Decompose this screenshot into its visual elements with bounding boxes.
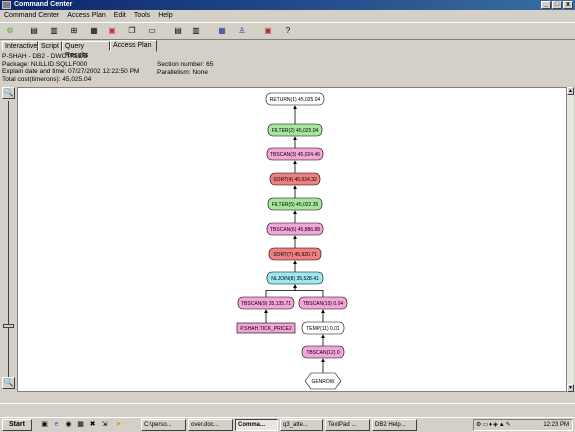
app-icon-3[interactable]: ⇲ xyxy=(100,420,109,430)
help-icon[interactable]: ? xyxy=(282,25,294,37)
plan-node[interactable]: TBSCAN(3) 45,024.46 xyxy=(266,147,324,161)
plan-node[interactable]: FILTER(2) 45,025.04 xyxy=(267,123,323,137)
menu-bar: Command Center Access Plan Edit Tools He… xyxy=(0,11,575,21)
tab-script[interactable]: Script xyxy=(38,41,62,51)
plan-edge xyxy=(265,284,297,297)
person-icon[interactable]: ♙ xyxy=(236,25,248,37)
plan-node[interactable]: SORT(7) 45,920.71 xyxy=(268,247,322,261)
task-button[interactable]: over.doc... xyxy=(188,419,233,431)
app-icon-2[interactable]: ✖ xyxy=(88,420,97,430)
plan-node-label: P.SHAH.TICK_PRICE2 xyxy=(240,326,292,332)
status-bar xyxy=(0,403,575,416)
plan-node-label: FILTER(5) 45,022.35 xyxy=(272,202,319,208)
system-tray: ⚙▭♦◈▲✎ 12:23 PM xyxy=(473,419,573,431)
window-title: Command Center xyxy=(14,1,73,8)
tray-icons[interactable]: ⚙▭♦◈▲✎ xyxy=(476,420,512,430)
desktop-icon[interactable]: ▣ xyxy=(40,420,49,430)
db-icon[interactable]: ⚙ xyxy=(4,25,16,37)
task-button[interactable]: DB2 Help... xyxy=(372,419,417,431)
task-button[interactable]: q3_atte... xyxy=(280,419,323,431)
zoom-bar: 🔍 🔍 xyxy=(2,87,16,392)
toolbar: ⚙ ▤ ▥ ⊞ ▦ ▣ ❐ ▭ ▤ ▥ ▦ ♙ ▣ ? xyxy=(0,22,575,40)
panel-icon[interactable]: ▭ xyxy=(146,25,158,37)
database-name: P-SHAH - DB2 - DWCTRLDB xyxy=(2,53,88,60)
maximize-button[interactable]: □ xyxy=(552,1,562,9)
tree-icon[interactable]: ▦ xyxy=(216,25,228,37)
image-icon[interactable]: ▣ xyxy=(106,25,118,37)
menu-help[interactable]: Help xyxy=(154,11,176,21)
section-number: Section number: 65 xyxy=(157,61,214,68)
ie-icon[interactable]: e xyxy=(52,420,61,430)
task-button[interactable]: C:\perso... xyxy=(141,419,186,431)
settings-icon[interactable]: ▣ xyxy=(262,25,274,37)
plan-node-label: TEMP(11) 0.01 xyxy=(306,326,340,332)
plan-node-label: TBSCAN(9) 35,135.71 xyxy=(241,301,291,307)
plan-node[interactable]: TBSCAN(9) 35,135.71 xyxy=(237,296,295,310)
plan-node[interactable]: TBSCAN(10) 0.04 xyxy=(298,296,348,310)
task-button-active[interactable]: Comma... xyxy=(235,419,278,431)
plan-node-label: TBSCAN(3) 45,024.46 xyxy=(270,152,320,158)
app-icon-4[interactable]: ➤ xyxy=(114,420,123,430)
minimize-button[interactable]: _ xyxy=(541,1,551,9)
plan-node[interactable]: TBSCAN(12) 0 xyxy=(301,345,345,359)
plan-node[interactable]: RETURN(1) 45,025.04 xyxy=(265,92,325,106)
script-icon[interactable]: ▤ xyxy=(28,25,40,37)
start-label: Start xyxy=(9,421,25,428)
tab-access-plan[interactable]: Access Plan xyxy=(110,40,157,52)
app-icon xyxy=(2,1,11,9)
scroll-up-icon[interactable]: ▲ xyxy=(567,87,574,95)
plan-node-label: GENROW xyxy=(311,379,334,385)
package-name: Package: NULLID.SQLLF000 xyxy=(2,60,88,68)
total-cost: Total cost(timerons): 45,025.04 xyxy=(2,75,92,83)
plan-node[interactable]: SORT(4) 45,024.32 xyxy=(269,172,321,186)
plan-node-label: SORT(4) 45,024.32 xyxy=(273,177,317,183)
menu-tools[interactable]: Tools xyxy=(130,11,154,21)
plan-edge xyxy=(293,284,324,297)
menu-access-plan[interactable]: Access Plan xyxy=(63,11,110,21)
taskbar: Start ▣ e ◉ ▦ ✖ ⇲ ➤ C:\perso... over.doc… xyxy=(0,417,575,432)
scroll-down-icon[interactable]: ▼ xyxy=(567,384,574,392)
plan-graph-svg: RETURN(1) 45,025.04 FILTER(2) 45,025.04 TB… xyxy=(236,92,348,390)
clock: 12:23 PM xyxy=(543,422,569,428)
plan-node-label: FILTER(2) 45,025.04 xyxy=(272,128,319,134)
plan-node-label: RETURN(1) 45,025.04 xyxy=(270,97,321,103)
zoom-in-icon[interactable]: 🔍 xyxy=(2,87,15,99)
plan-node-label: TBSCAN(10) 0.04 xyxy=(303,301,344,307)
start-button[interactable]: Start xyxy=(2,419,32,431)
tools-icon[interactable]: ▥ xyxy=(48,25,60,37)
vertical-scrollbar[interactable]: ▲ ▼ xyxy=(566,87,574,392)
list-icon[interactable]: ⊞ xyxy=(68,25,80,37)
tab-interactive[interactable]: Interactive xyxy=(2,41,38,51)
zoom-out-icon[interactable]: 🔍 xyxy=(2,377,15,389)
title-bar: Command Center _ □ x xyxy=(0,0,575,10)
task-button[interactable]: TextPad ... xyxy=(325,419,370,431)
grid-icon[interactable]: ▥ xyxy=(190,25,202,37)
plan-node[interactable]: TBSCAN(6) 45,886.88 xyxy=(266,222,324,236)
zoom-slider[interactable] xyxy=(3,324,14,328)
plan-node[interactable]: NLJOIN(8) 35,528.41 xyxy=(266,271,324,285)
plan-node[interactable]: FILTER(5) 45,022.35 xyxy=(267,197,323,211)
access-plan-graph: RETURN(1) 45,025.04 FILTER(2) 45,025.04 TB… xyxy=(17,87,567,392)
plan-node-label: NLJOIN(8) 35,528.41 xyxy=(271,276,319,282)
copy-icon[interactable]: ❐ xyxy=(126,25,138,37)
parallelism: Parallelism: None xyxy=(157,68,208,76)
plan-info-right: Section number: 65 Parallelism: None xyxy=(157,61,213,76)
app-icon-1[interactable]: ▦ xyxy=(76,420,85,430)
zoom-track[interactable] xyxy=(8,101,9,378)
table-icon[interactable]: ▤ xyxy=(172,25,184,37)
form-icon[interactable]: ▦ xyxy=(88,25,100,37)
menu-edit[interactable]: Edit xyxy=(110,11,130,21)
explain-datetime: Explain date and time: 07/27/2002 12:22:… xyxy=(2,68,140,75)
tab-query-results[interactable]: Query Results xyxy=(62,41,110,59)
outlook-icon[interactable]: ◉ xyxy=(64,420,73,430)
plan-node[interactable]: TEMP(11) 0.01 xyxy=(301,321,345,335)
menu-command-center[interactable]: Command Center xyxy=(0,11,63,21)
plan-node-label: SORT(7) 45,920.71 xyxy=(273,252,317,258)
plan-info: P-SHAH - DB2 - DWCTRLDB Package: NULLID.… xyxy=(2,53,139,83)
plan-node-label: TBSCAN(6) 45,886.88 xyxy=(270,227,320,233)
plan-node-label: TBSCAN(12) 0 xyxy=(306,350,340,356)
close-button[interactable]: x xyxy=(563,1,573,9)
plan-node[interactable]: P.SHAH.TICK_PRICE2 xyxy=(236,322,296,334)
plan-node[interactable]: GENROW xyxy=(304,372,342,390)
